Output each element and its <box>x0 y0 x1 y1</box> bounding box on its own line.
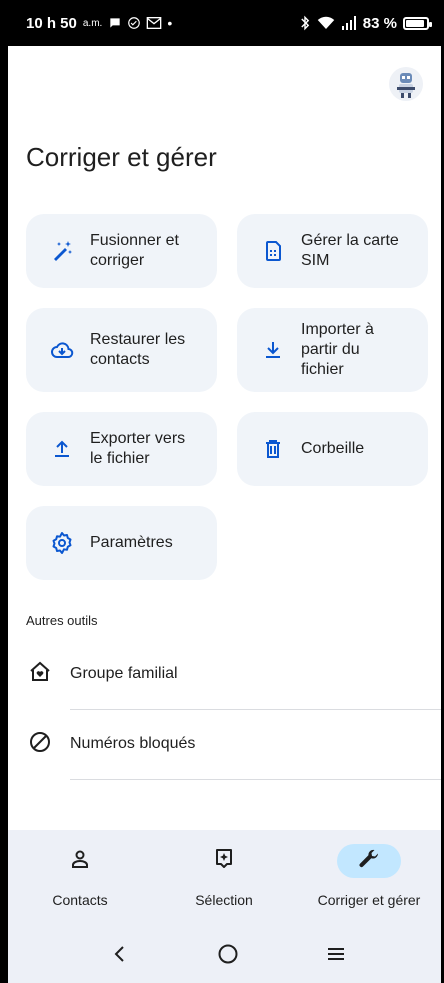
selection-icon <box>212 847 236 876</box>
upload-icon <box>50 437 74 461</box>
merge-and-fix-tile[interactable]: Fusionner et corriger <box>26 214 217 288</box>
trash-tile[interactable]: Corbeille <box>237 412 428 486</box>
nav-fix-and-manage[interactable]: Corriger et gérer <box>297 830 441 926</box>
person-icon <box>68 847 92 876</box>
family-home-icon <box>28 660 52 689</box>
notification-icons: • <box>108 15 172 31</box>
restore-contacts-tile[interactable]: Restaurer les contacts <box>26 308 217 392</box>
blocked-numbers-item[interactable]: Numéros bloqués <box>8 710 441 778</box>
nav-label: Contacts <box>52 892 108 908</box>
settings-tile[interactable]: Paramètres <box>26 506 217 580</box>
tile-label: Fusionner et corriger <box>90 232 179 269</box>
export-to-file-tile[interactable]: Exporter vers le fichier <box>26 412 217 486</box>
nav-label: Sélection <box>195 892 253 908</box>
back-chevron-icon <box>114 946 124 962</box>
screen: Corriger et gérer Fusionner et corriger G… <box>8 46 441 983</box>
status-right: 83 % <box>299 14 432 32</box>
chat-icon <box>110 18 120 28</box>
list-item-label: Numéros bloqués <box>70 735 196 752</box>
import-from-file-tile[interactable]: Importer à partir du fichier <box>237 308 428 392</box>
check-circle-icon <box>128 17 141 29</box>
cloud-restore-icon <box>50 338 74 362</box>
family-group-item[interactable]: Groupe familial <box>8 640 441 708</box>
tile-label: Exporter vers le fichier <box>90 430 186 467</box>
mail-icon <box>146 17 162 29</box>
back-button[interactable] <box>100 938 140 970</box>
account-avatar[interactable] <box>389 67 423 101</box>
wrench-icon <box>357 847 381 876</box>
status-time: 10 h 50 <box>26 14 77 32</box>
tile-label: Paramètres <box>90 534 173 551</box>
nav-selection[interactable]: Sélection <box>152 830 296 926</box>
tile-label: Restaurer les contacts <box>90 331 186 368</box>
magic-wand-icon <box>50 239 74 263</box>
home-circle-icon <box>218 944 238 964</box>
nav-pill <box>48 844 112 878</box>
tile-label: Corbeille <box>301 440 365 457</box>
bottom-navigation: Contacts Sélection Corriger et gérer <box>8 830 441 926</box>
nav-pill-active <box>337 844 401 878</box>
sim-card-icon <box>261 239 285 263</box>
trash-icon <box>261 437 285 461</box>
gear-icon <box>50 531 74 555</box>
battery-percent: 83 % <box>362 14 397 32</box>
robot-avatar-icon <box>389 67 423 101</box>
status-bar: 10 h 50 a.m. • 83 % <box>8 0 441 46</box>
bluetooth-icon <box>301 15 310 31</box>
dot-icon: • <box>167 15 173 31</box>
other-tools-heading: Autres outils <box>26 613 98 628</box>
list-item-label: Groupe familial <box>70 665 178 682</box>
divider <box>70 779 441 780</box>
nav-contacts[interactable]: Contacts <box>8 830 152 926</box>
frame-left <box>0 0 8 983</box>
download-icon <box>261 338 285 362</box>
signal-icon <box>341 16 356 30</box>
nav-label: Corriger et gérer <box>317 892 421 908</box>
nav-pill <box>192 844 256 878</box>
battery-icon <box>403 16 432 30</box>
status-ampm: a.m. <box>82 17 103 29</box>
recents-button[interactable] <box>316 938 356 970</box>
menu-lines-icon <box>328 948 344 960</box>
page-title: Corriger et gérer <box>26 142 217 172</box>
tile-label: Gérer la carte SIM <box>301 232 399 269</box>
status-left: 10 h 50 a.m. • <box>26 15 172 32</box>
wifi-icon <box>317 16 335 29</box>
block-icon <box>28 730 52 759</box>
manage-sim-tile[interactable]: Gérer la carte SIM <box>237 214 428 288</box>
home-button[interactable] <box>208 938 248 970</box>
tile-label: Importer à partir du fichier <box>301 321 374 378</box>
system-navigation <box>8 926 441 983</box>
